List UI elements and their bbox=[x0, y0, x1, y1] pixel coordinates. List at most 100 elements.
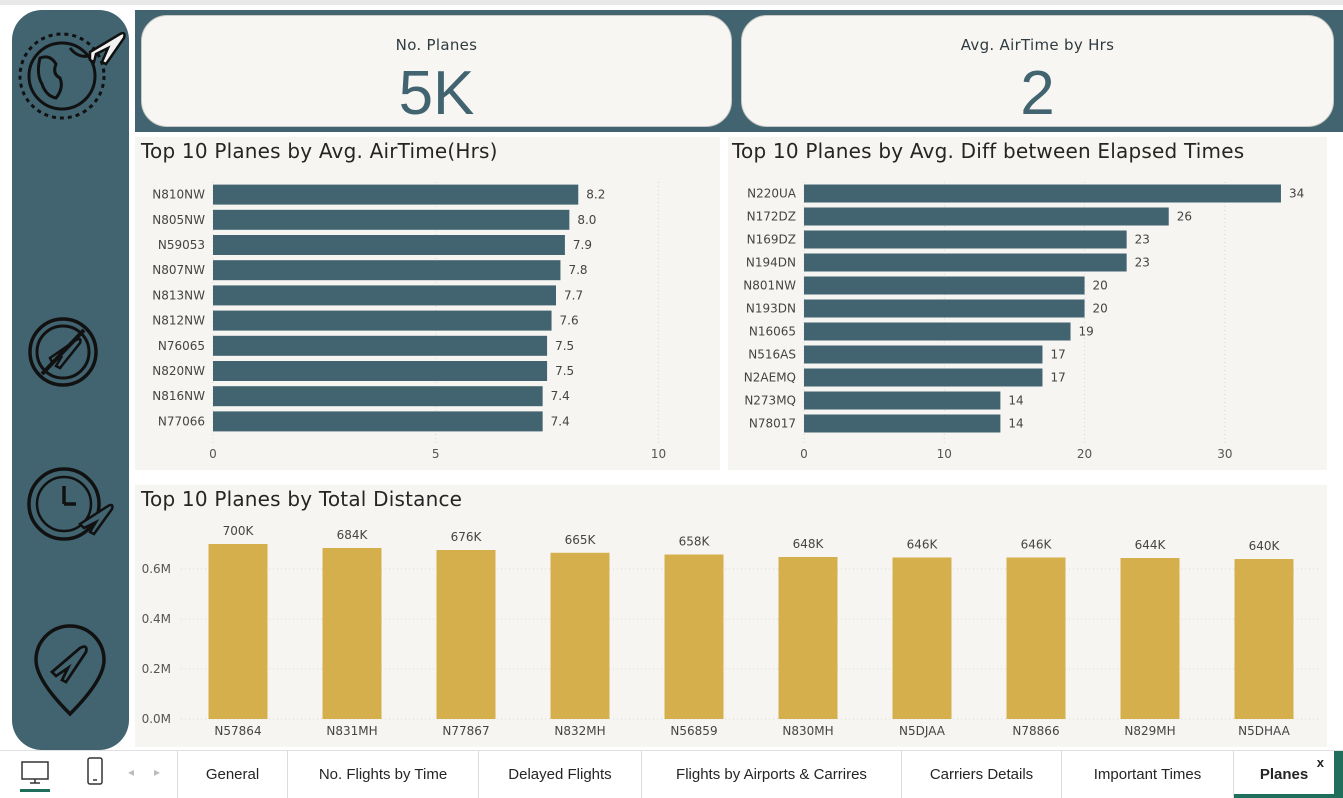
tab-delayed-flights[interactable]: Delayed Flights bbox=[478, 751, 641, 798]
data-label: 23 bbox=[1135, 256, 1150, 270]
category-label: N220UA bbox=[747, 187, 797, 201]
desktop-layout-icon[interactable] bbox=[18, 757, 52, 793]
category-label: N805NW bbox=[152, 213, 205, 227]
bar bbox=[213, 411, 543, 432]
tab-label: Flights by Airports & Carrires bbox=[676, 766, 867, 783]
tab-flights-by-airports[interactable]: Flights by Airports & Carrires bbox=[641, 751, 901, 798]
bar bbox=[213, 285, 556, 306]
category-label: N2AEMQ bbox=[744, 371, 796, 385]
bar bbox=[1006, 557, 1066, 719]
kpi-value: 5K bbox=[398, 59, 475, 128]
category-label: N831MH bbox=[326, 724, 377, 738]
bar bbox=[213, 310, 552, 331]
chart-panel-distance[interactable]: Top 10 Planes by Total Distance 0.0M 0.2M… bbox=[135, 485, 1327, 747]
bar bbox=[213, 335, 548, 356]
bar bbox=[804, 345, 1043, 364]
mobile-layout-icon[interactable] bbox=[84, 756, 106, 788]
data-label: 648K bbox=[793, 537, 825, 551]
chart-panel-airtime[interactable]: Top 10 Planes by Avg. AirTime(Hrs) 0 5 10 N… bbox=[135, 137, 720, 470]
bar bbox=[804, 207, 1169, 226]
category-label: N56859 bbox=[670, 724, 717, 738]
bar bbox=[1120, 558, 1180, 719]
tab-scroll-right-icon[interactable]: ▸ bbox=[154, 765, 168, 783]
tab-carriers-details[interactable]: Carriers Details bbox=[901, 751, 1061, 798]
data-label: 14 bbox=[1008, 417, 1023, 431]
category-label: N830MH bbox=[782, 724, 833, 738]
globe-plane-icon[interactable] bbox=[16, 18, 128, 124]
data-label: 20 bbox=[1093, 302, 1108, 316]
kpi-title: Avg. AirTime by Hrs bbox=[960, 36, 1115, 54]
category-label: N5DHAA bbox=[1238, 724, 1290, 738]
window-top-edge bbox=[0, 0, 1343, 5]
tab-label: Delayed Flights bbox=[508, 766, 612, 783]
category-label: N801NW bbox=[743, 279, 796, 293]
data-label: 7.7 bbox=[564, 288, 583, 302]
category-label: N194DN bbox=[746, 256, 796, 270]
data-label: 14 bbox=[1008, 394, 1023, 408]
category-label: N172DZ bbox=[747, 210, 796, 224]
data-label: 658K bbox=[679, 535, 711, 549]
bar bbox=[208, 544, 268, 719]
category-label: N816NW bbox=[152, 389, 205, 403]
bar bbox=[804, 368, 1043, 387]
category-label: N810NW bbox=[152, 188, 205, 202]
category-label: N76065 bbox=[158, 339, 205, 353]
data-label: 7.6 bbox=[560, 314, 579, 328]
tick-label: 20 bbox=[1077, 447, 1092, 461]
bar bbox=[213, 361, 548, 381]
clock-plane-icon[interactable] bbox=[24, 466, 118, 546]
bar bbox=[804, 184, 1281, 203]
data-label: 26 bbox=[1177, 210, 1192, 224]
tab-general[interactable]: General bbox=[177, 751, 287, 798]
data-label: 23 bbox=[1135, 233, 1150, 247]
data-label: 7.9 bbox=[573, 238, 592, 252]
data-label: 8.2 bbox=[586, 188, 605, 202]
data-label: 7.4 bbox=[551, 414, 570, 428]
category-label: N812NW bbox=[152, 314, 205, 328]
chart-elapsed: 0 10 20 30 N220UA 34 N172DZ 26 N169DZ 23 N194DN 23 N… bbox=[743, 182, 1304, 461]
data-label: 646K bbox=[1021, 538, 1053, 552]
bar bbox=[804, 299, 1085, 318]
bar bbox=[892, 557, 952, 719]
data-label: 665K bbox=[565, 533, 597, 547]
bar bbox=[804, 230, 1127, 249]
tab-scroll-left-icon[interactable]: ◂ bbox=[128, 765, 142, 783]
tab-label: General bbox=[205, 766, 260, 783]
sidebar bbox=[12, 10, 129, 750]
data-label: 644K bbox=[1135, 538, 1167, 552]
category-label: N273MQ bbox=[744, 394, 796, 408]
bar bbox=[436, 550, 496, 719]
no-flights-icon[interactable] bbox=[26, 310, 100, 394]
kpi-value: 2 bbox=[1020, 59, 1055, 128]
tick-label: 10 bbox=[651, 447, 666, 461]
category-label: N813NW bbox=[152, 288, 205, 302]
tab-planes[interactable]: Planes x bbox=[1233, 751, 1334, 798]
bar bbox=[213, 260, 561, 281]
data-label: 640K bbox=[1249, 539, 1281, 553]
data-label: 20 bbox=[1093, 279, 1108, 293]
category-label: N193DN bbox=[746, 302, 796, 316]
data-label: 7.8 bbox=[568, 263, 587, 277]
bar bbox=[213, 235, 565, 255]
tab-important-times[interactable]: Important Times bbox=[1061, 751, 1233, 798]
tick-label: 10 bbox=[937, 447, 952, 461]
chart-panel-elapsed[interactable]: Top 10 Planes by Avg. Diff between Elaps… bbox=[728, 137, 1327, 470]
bar bbox=[1234, 559, 1294, 719]
data-label: 684K bbox=[337, 528, 369, 542]
category-label: N57864 bbox=[214, 724, 261, 738]
location-plane-icon[interactable] bbox=[32, 622, 108, 718]
bar bbox=[804, 322, 1071, 341]
tick-label: 0.6M bbox=[142, 562, 171, 576]
tick-label: 0.2M bbox=[142, 662, 171, 676]
tab-label: Carriers Details bbox=[929, 766, 1034, 783]
bar bbox=[664, 554, 724, 719]
close-tab-icon[interactable]: x bbox=[1317, 755, 1324, 770]
tab-bar-edge bbox=[1334, 751, 1343, 798]
category-label: N78017 bbox=[749, 417, 796, 431]
kpi-card-airtime: Avg. AirTime by Hrs 2 bbox=[741, 15, 1334, 128]
bar bbox=[804, 276, 1085, 295]
tab-no-flights-by-time[interactable]: No. Flights by Time bbox=[287, 751, 478, 798]
category-label: N169DZ bbox=[747, 233, 796, 247]
category-label: N16065 bbox=[749, 325, 796, 339]
category-label: N832MH bbox=[554, 724, 605, 738]
